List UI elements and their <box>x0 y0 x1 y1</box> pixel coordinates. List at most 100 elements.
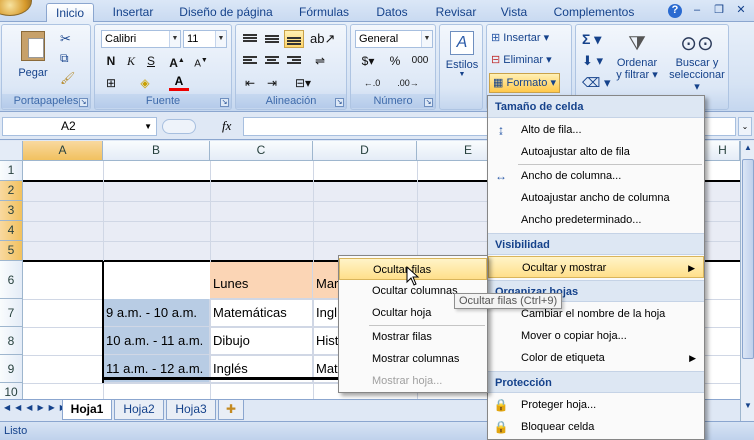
percent-button[interactable]: % <box>385 52 405 70</box>
insert-sheet-icon[interactable]: ✚ <box>218 400 244 420</box>
tab-formulas[interactable]: Fórmulas <box>292 3 356 22</box>
paste-button[interactable]: Pegar <box>14 29 52 89</box>
column-header-h[interactable]: H <box>706 141 740 161</box>
menu-item-default-width[interactable]: Ancho predeterminado... <box>488 209 704 231</box>
cell-c8[interactable]: Dibujo <box>210 327 313 355</box>
close-icon[interactable]: ✕ <box>734 4 748 18</box>
copy-icon[interactable]: ⧉ <box>60 51 69 66</box>
menu-item-col-width[interactable]: ↔ Ancho de columna... <box>488 165 704 187</box>
font-size-select[interactable]: 11 ▼ <box>183 30 227 48</box>
autosum-icon[interactable]: Σ ▾ <box>582 31 601 48</box>
menu-item-autofit-col[interactable]: Autoajustar ancho de columna <box>488 187 704 209</box>
column-header-d[interactable]: D <box>313 141 417 161</box>
shrink-font-button[interactable]: A▼ <box>191 52 211 70</box>
styles-button[interactable]: A Estilos ▼ <box>442 31 482 78</box>
tab-insertar[interactable]: Insertar <box>104 3 162 22</box>
scroll-up-icon[interactable]: ▲ <box>742 141 754 155</box>
cell-c6[interactable]: Lunes <box>210 262 313 299</box>
wrap-text-icon[interactable]: ⇌ <box>310 52 330 70</box>
help-icon[interactable]: ? <box>668 4 682 18</box>
row-header-8[interactable]: 8 <box>0 327 23 355</box>
find-select-button[interactable]: ⊙⊙ Buscar y seleccionar ▾ <box>666 31 728 93</box>
tab-inicio[interactable]: Inicio <box>46 3 94 22</box>
cell-b8[interactable]: 10 a.m. - 11 a.m. <box>103 327 210 355</box>
increase-indent-icon[interactable]: ⇥ <box>262 74 282 92</box>
sheet-tab-hoja3[interactable]: Hoja3 <box>166 400 216 420</box>
menu-item-lock-cell[interactable]: 🔒 Bloquear celda <box>488 416 704 438</box>
fill-icon[interactable]: ⬇ ▾ <box>582 53 603 69</box>
decrease-decimal-icon[interactable]: .00→ <box>393 74 423 92</box>
align-middle-icon[interactable] <box>262 30 282 48</box>
insert-cells-button[interactable]: ⊞ Insertar ▾ <box>491 31 549 44</box>
row-header-5[interactable]: 5 <box>0 241 23 261</box>
underline-button[interactable]: S <box>141 52 161 70</box>
cut-icon[interactable]: ✂ <box>60 31 71 47</box>
minimize-icon[interactable]: – <box>690 4 704 18</box>
align-right-icon[interactable] <box>284 52 304 70</box>
row-header-2[interactable]: 2 <box>0 181 23 201</box>
menu-item-hide-show[interactable]: Ocultar y mostrar ▶ <box>488 256 704 278</box>
align-center-icon[interactable] <box>262 52 282 70</box>
menu-item-autofit-row[interactable]: Autoajustar alto de fila <box>488 141 704 163</box>
column-header-a[interactable]: A <box>23 141 103 161</box>
scroll-down-icon[interactable]: ▼ <box>742 399 754 413</box>
clipboard-launcher-icon[interactable]: ↘ <box>79 98 88 107</box>
row-header-7[interactable]: 7 <box>0 299 23 327</box>
align-left-icon[interactable] <box>240 52 260 70</box>
expand-formula-icon[interactable]: ⌄ <box>738 117 752 136</box>
name-box[interactable]: A2 ▼ <box>2 117 157 136</box>
font-name-select[interactable]: Calibri ▼ <box>101 30 181 48</box>
menu-item-show-rows[interactable]: Mostrar filas <box>339 326 487 348</box>
column-header-c[interactable]: C <box>210 141 313 161</box>
menu-item-protect-sheet[interactable]: 🔒 Proteger hoja... <box>488 394 704 416</box>
row-header-10[interactable]: 10 <box>0 383 23 399</box>
tab-diseno-pagina[interactable]: Diseño de página <box>172 3 280 22</box>
menu-item-move-copy[interactable]: Mover o copiar hoja... <box>488 325 704 347</box>
cell-b7[interactable]: 9 a.m. - 10 a.m. <box>103 299 210 327</box>
align-top-icon[interactable] <box>240 30 260 48</box>
tab-revisar[interactable]: Revisar <box>428 3 484 22</box>
row-header-9[interactable]: 9 <box>0 355 23 383</box>
number-launcher-icon[interactable]: ↘ <box>424 98 433 107</box>
insert-function-icon[interactable]: fx <box>222 118 231 134</box>
bold-button[interactable]: N <box>101 52 121 70</box>
fill-color-icon[interactable]: ◈ <box>135 74 155 92</box>
delete-cells-button[interactable]: ⊟ Eliminar ▾ <box>491 53 552 66</box>
increase-decimal-icon[interactable]: ←.0 <box>357 74 387 92</box>
sheet-nav-icons[interactable]: ◀◀◀▶▶▶ <box>4 403 71 412</box>
orientation-icon[interactable]: ab↗ <box>310 30 335 48</box>
menu-item-row-height[interactable]: ↨ Alto de fila... <box>488 119 704 141</box>
sheet-tab-hoja1[interactable]: Hoja1 <box>62 400 112 420</box>
sort-filter-button[interactable]: ⧩ Ordenar y filtrar ▾ <box>612 31 662 81</box>
clear-icon[interactable]: ⌫ ▾ <box>582 75 611 91</box>
menu-item-tab-color[interactable]: Color de etiqueta ▶ <box>488 347 704 369</box>
merge-center-icon[interactable]: ⊟▾ <box>288 74 318 92</box>
decrease-indent-icon[interactable]: ⇤ <box>240 74 260 92</box>
font-launcher-icon[interactable]: ↘ <box>220 98 229 107</box>
row-header-6[interactable]: 6 <box>0 261 23 299</box>
cell-c7[interactable]: Matemáticas <box>210 299 313 327</box>
column-header-b[interactable]: B <box>103 141 210 161</box>
sheet-tab-hoja2[interactable]: Hoja2 <box>114 400 164 420</box>
align-bottom-icon[interactable] <box>284 30 304 48</box>
number-format-select[interactable]: General ▼ <box>355 30 433 48</box>
format-painter-icon[interactable]: 🖌 <box>60 71 75 85</box>
alignment-launcher-icon[interactable]: ↘ <box>335 98 344 107</box>
select-all-corner[interactable] <box>0 141 23 161</box>
borders-icon[interactable]: ⊞ <box>101 74 121 92</box>
vertical-scrollbar[interactable]: ▲ ▼ <box>740 141 754 421</box>
thousands-button[interactable]: 000 <box>407 52 433 70</box>
grow-font-button[interactable]: A▲ <box>167 52 187 70</box>
font-color-icon[interactable]: A <box>169 74 189 91</box>
italic-button[interactable]: K <box>121 52 141 70</box>
tab-vista[interactable]: Vista <box>494 3 534 22</box>
row-header-4[interactable]: 4 <box>0 221 23 241</box>
menu-item-show-columns[interactable]: Mostrar columnas <box>339 348 487 370</box>
restore-icon[interactable]: ❐ <box>712 4 726 18</box>
tab-complementos[interactable]: Complementos <box>546 3 642 22</box>
scroll-thumb[interactable] <box>742 159 754 359</box>
format-cells-button[interactable]: ▦ Formato ▾ <box>489 73 561 93</box>
office-button[interactable] <box>0 0 32 16</box>
row-header-3[interactable]: 3 <box>0 201 23 221</box>
row-header-1[interactable]: 1 <box>0 161 23 181</box>
